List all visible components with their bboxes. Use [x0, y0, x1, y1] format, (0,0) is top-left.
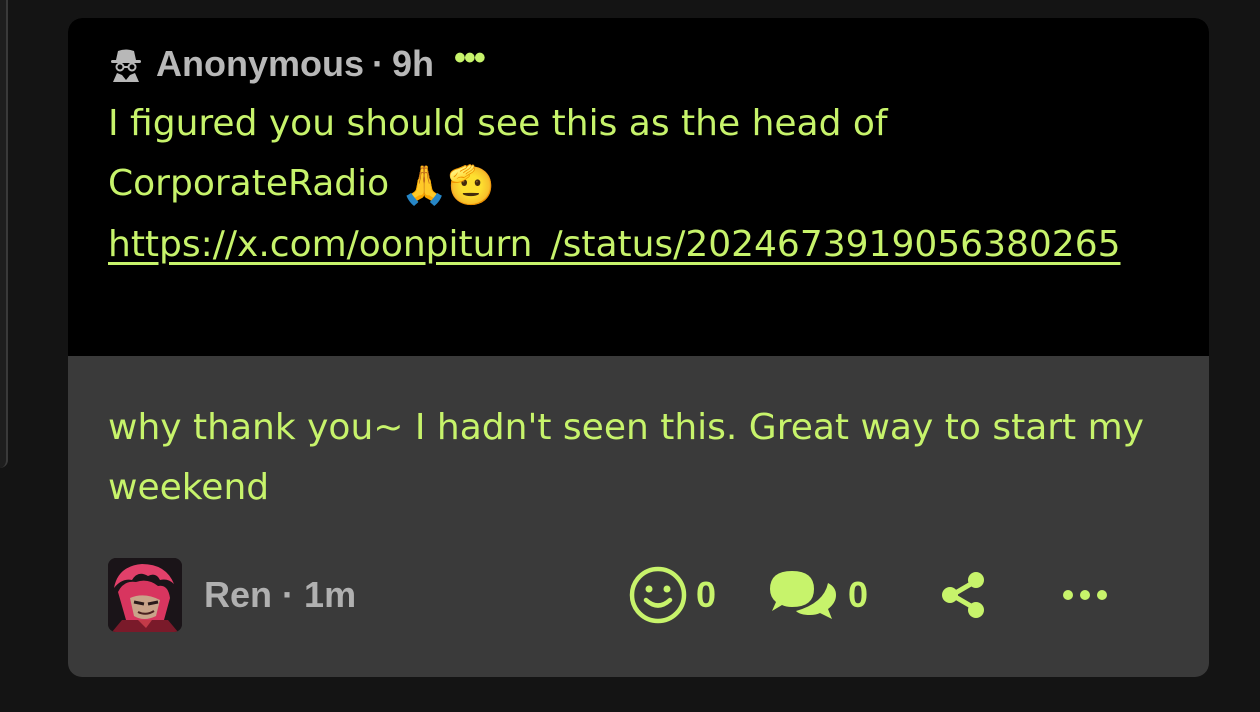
quoted-more-button[interactable]: •••	[454, 39, 486, 78]
quoted-post-header: Anonymous · 9h •••	[108, 39, 1169, 88]
reply-text: why thank you~ I hadn't seen this. Great…	[108, 407, 1144, 508]
reply-author-name[interactable]: Ren	[204, 574, 272, 615]
comment-count: 0	[848, 574, 869, 615]
quoted-text-corporateradio: CorporateRadio	[108, 163, 390, 204]
salute-emoji-icon: 🫡	[447, 163, 496, 207]
side-panel-edge	[0, 0, 8, 468]
quoted-post[interactable]: Anonymous · 9h ••• I figured you should …	[68, 18, 1209, 356]
share-button[interactable]	[938, 569, 990, 621]
avatar-image	[108, 558, 182, 632]
separator-dot: ·	[372, 43, 385, 84]
reply-author[interactable]: Ren · 1m	[204, 574, 356, 616]
share-icon	[942, 572, 985, 618]
quoted-author-name[interactable]: Anonymous	[156, 43, 364, 85]
post-card[interactable]: Anonymous · 9h ••• I figured you should …	[68, 18, 1209, 677]
speech-bubbles-icon	[770, 571, 837, 619]
separator-dot: ·	[282, 574, 295, 615]
ellipsis-icon	[1063, 590, 1108, 600]
smiley-icon	[629, 566, 687, 624]
comments-button[interactable]: 0	[766, 565, 868, 625]
avatar[interactable]	[108, 558, 182, 632]
reaction-count: 0	[696, 574, 717, 615]
reply-time: 1m	[304, 574, 357, 615]
quoted-text-line-1: I figured you should see this as the hea…	[108, 103, 888, 144]
quoted-post-body: I figured you should see this as the hea…	[108, 94, 1168, 275]
reaction-button[interactable]: 0	[628, 565, 716, 625]
reply-actions: 0 0	[628, 558, 1110, 632]
pray-emoji-icon: 🙏	[400, 163, 448, 207]
quoted-text-line-2: CorporateRadio 🙏🫡	[108, 154, 1168, 215]
spy-icon	[111, 49, 141, 82]
more-options-button[interactable]	[1060, 585, 1110, 605]
quoted-post-link[interactable]: https://x.com/oonpiturn_/status/20246739…	[108, 215, 1168, 275]
reply-footer: Ren · 1m 0 0	[108, 558, 1168, 632]
quoted-post-time: 9h	[392, 43, 435, 84]
